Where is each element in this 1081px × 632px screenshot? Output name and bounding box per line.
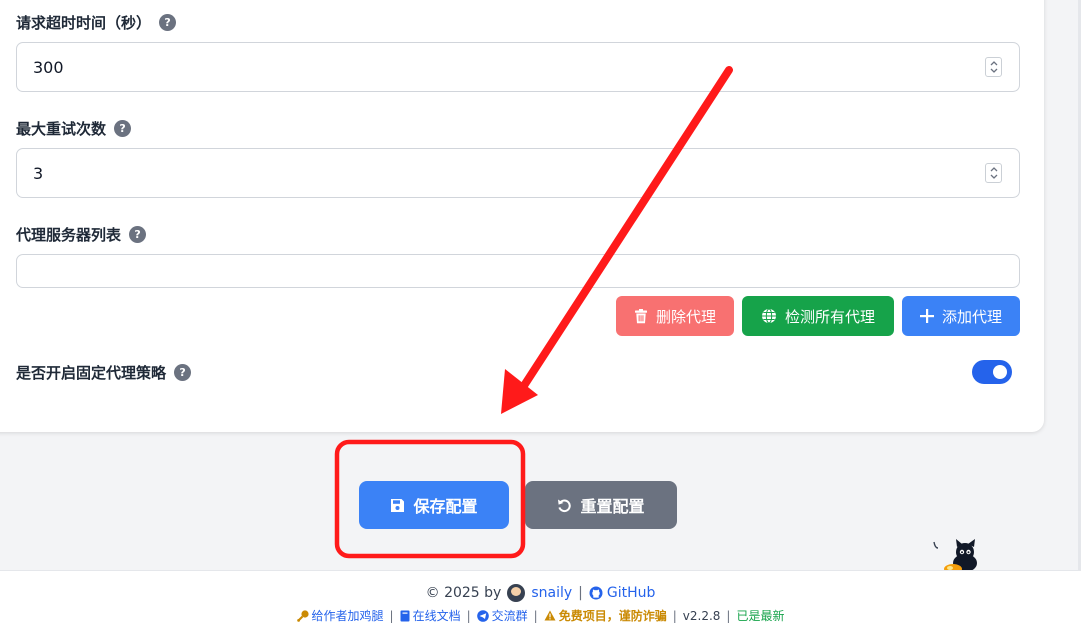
author-link[interactable]: snaily	[531, 585, 572, 601]
telegram-icon	[476, 609, 489, 622]
footer-links: 给作者加鸡腿 | 在线文档 | 交流群 | 免费项目，谨防诈骗 | v2.2.8…	[0, 607, 1081, 624]
footer-credits: © 2025 by snaily | GitHub	[425, 584, 656, 602]
annotation-highlight-box	[334, 439, 526, 559]
warning-icon	[544, 610, 556, 621]
annotation-arrow-shaft	[512, 66, 733, 402]
annotation-overlay	[334, 66, 733, 559]
github-link[interactable]: GitHub	[589, 585, 655, 601]
drumstick-icon	[296, 609, 309, 622]
version-label: v2.2.8	[682, 608, 721, 623]
author-avatar	[507, 584, 526, 602]
footer: © 2025 by snaily | GitHub 给作者加鸡腿 | 在线文档 …	[0, 570, 1081, 632]
update-status: 已是最新	[736, 609, 785, 623]
book-icon	[400, 610, 410, 621]
group-link[interactable]: 交流群	[476, 607, 528, 624]
github-icon	[589, 586, 603, 600]
docs-link[interactable]: 在线文档	[400, 607, 461, 624]
donate-link[interactable]: 给作者加鸡腿	[296, 607, 384, 624]
scam-warning: 免费项目，谨防诈骗	[544, 607, 667, 624]
